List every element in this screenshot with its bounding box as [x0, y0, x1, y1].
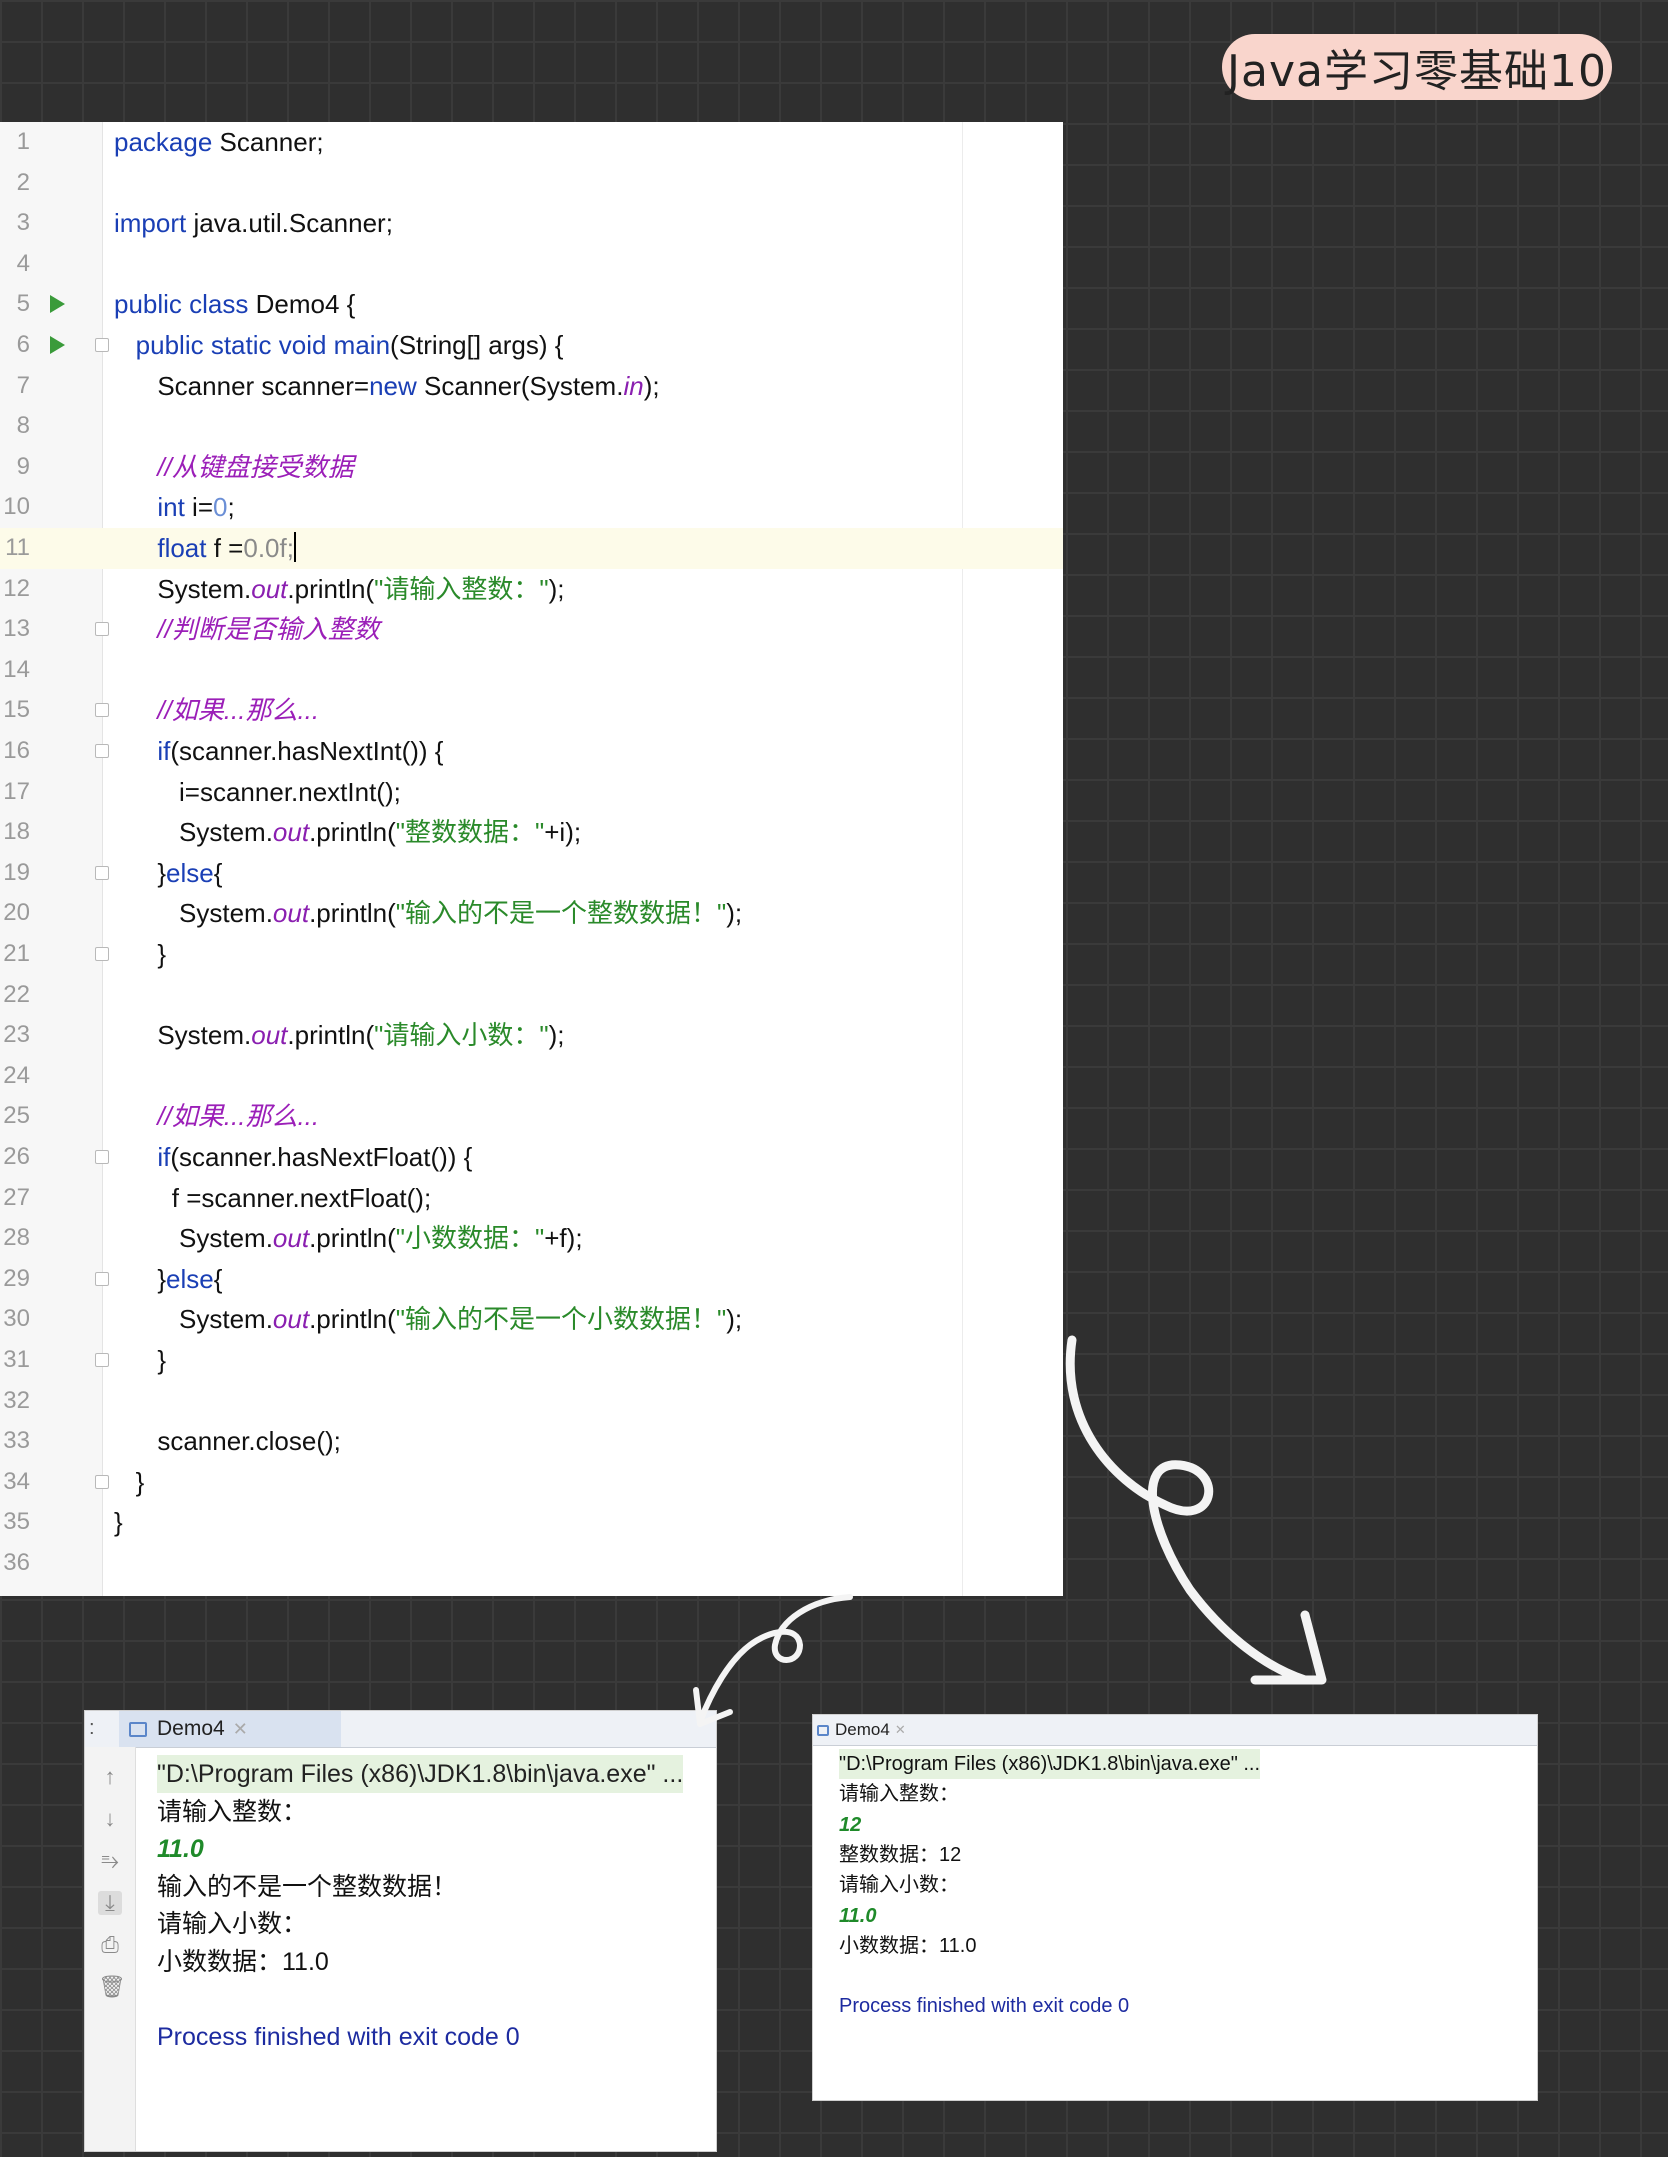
arrow-to-left-console — [697, 1594, 853, 1725]
decorative-arrows — [693, 1335, 1327, 1727]
arrow-to-right-console — [1065, 1335, 1310, 1685]
